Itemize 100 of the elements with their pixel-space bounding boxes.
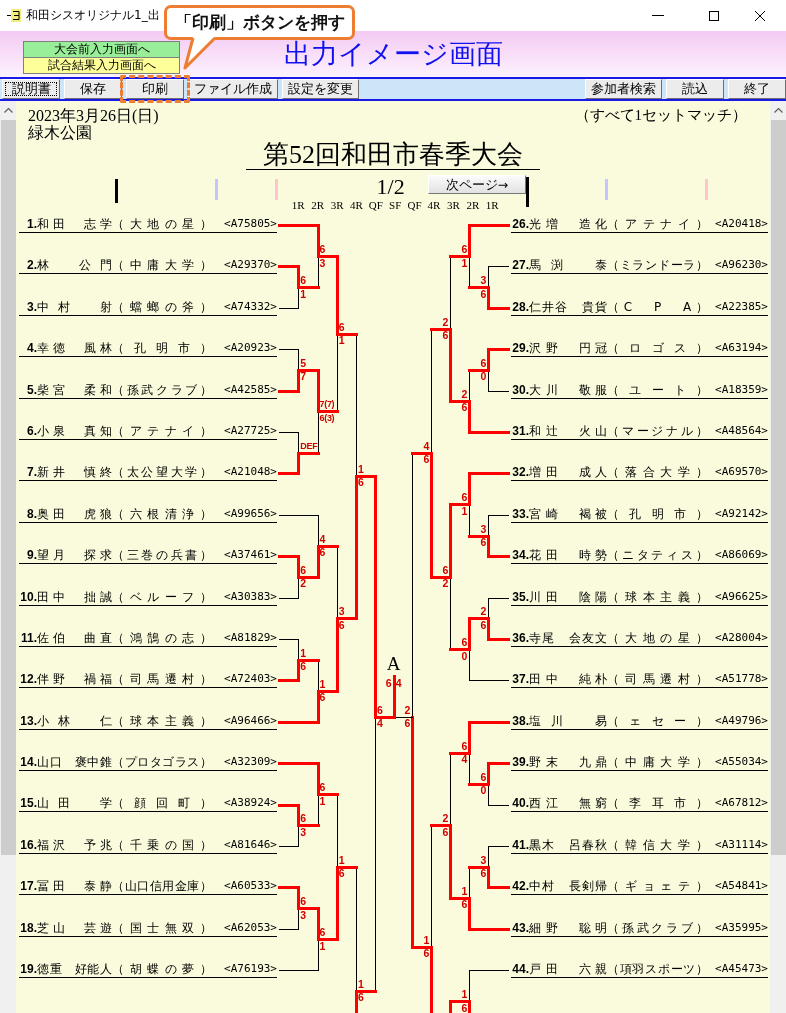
match-score: 1 (300, 648, 307, 658)
player-entry: 36.寺尾 会友文（大地の星） <A28004> (511, 629, 768, 647)
toolbar-button[interactable]: 参加者検索 (585, 79, 662, 99)
match-score: 7 (300, 372, 307, 382)
guide-mark-icon (605, 179, 608, 200)
toolbar-button[interactable]: 説明書 (2, 79, 60, 99)
match-score: 1 (319, 796, 326, 806)
match-score: 6 (338, 869, 345, 879)
player-entry: 15.山田 学（顔回町） <A38924> (19, 795, 277, 813)
next-page-button[interactable]: 次ページ→ (428, 175, 526, 194)
toolbar-button[interactable]: 終了 (728, 79, 786, 99)
match-score: 6 (480, 869, 487, 879)
match-score: 6 (480, 772, 487, 782)
match-score: 6 (442, 331, 449, 340)
scrollbar-thumb[interactable] (0, 120, 16, 855)
match-score: 6 (319, 783, 326, 793)
match-score: 6 (461, 493, 468, 503)
guide-mark-icon (115, 179, 118, 203)
scrollbar-thumb[interactable] (770, 120, 786, 855)
match-score: 6 (357, 478, 364, 488)
match-score: 1 (319, 941, 326, 951)
final-score: 4 (395, 678, 402, 688)
player-entry: 42.中村 長剣帰（ギョェテ） <A54841> (511, 878, 768, 896)
round-label: 1R (484, 199, 500, 211)
round-label: 3R (446, 199, 461, 211)
close-icon[interactable] (755, 10, 765, 21)
player-entry: 40.西江 無窮（李耳市） <A67812> (511, 795, 768, 813)
match-score: 6 (300, 276, 307, 286)
scroll-up-icon[interactable] (773, 108, 783, 113)
guide-mark-icon (705, 179, 708, 200)
match-score: 3 (338, 607, 345, 617)
player-entry: 10.田中 拙誠（ベルーフ） <A30383> (19, 588, 277, 606)
match-score: 6 (338, 322, 345, 332)
round-label: 3R (329, 199, 345, 211)
match-score: 6 (377, 705, 383, 715)
player-entry: 4.幸徳 風林（孔明市） <A20923> (19, 340, 277, 358)
guide-mark-icon (275, 179, 278, 200)
player-entry: 5.柴宮 柔和（孫武クラブ） <A42585> (19, 381, 277, 399)
match-score: 6 (300, 565, 307, 575)
final-score: 6 (385, 678, 392, 688)
match-score: 6 (480, 620, 487, 630)
match-score: 6 (461, 1003, 468, 1013)
match-score: 1 (461, 886, 468, 896)
event-date: 2023年3月26日(日) (28, 107, 159, 124)
match-score: 0 (480, 372, 487, 382)
player-entry: 13.小林 仁（球本主義） <A96466> (19, 712, 277, 730)
match-score: 6 (442, 827, 449, 837)
match-score: 2 (480, 607, 487, 617)
round-label: 4R (426, 199, 442, 211)
match-score: 3 (480, 855, 487, 865)
match-score: 4 (319, 534, 326, 544)
match-score: 1 (357, 979, 364, 989)
match-score: 3 (480, 276, 487, 286)
match-score: 6 (300, 814, 307, 824)
toolbar-button[interactable]: ファイル作成 (188, 79, 278, 99)
player-entry: 32.増田 成人（落合大学） <A69570> (511, 464, 768, 482)
player-entry: 44.戸田 六親（項羽スポーツ） <A45473> (511, 961, 768, 979)
match-score: 4 (423, 441, 430, 451)
player-entry: 41.黒木 呂春秋（韓信大学） <A31114> (511, 836, 768, 854)
toolbar-button[interactable]: 読込 (666, 79, 724, 99)
champion-line (393, 675, 396, 719)
match-score: 6 (442, 565, 449, 575)
guide-mark-icon (215, 179, 218, 200)
match-score: 6 (319, 928, 326, 938)
match-score: 2 (404, 705, 411, 715)
match-score: 1 (423, 935, 430, 945)
match-score: 6 (480, 538, 487, 547)
player-entry: 2.林 公門（中庸大学） <A29370> (19, 257, 277, 275)
match-score: 6 (357, 993, 364, 1003)
match-score: 1 (461, 506, 468, 516)
player-entry: 16.福沢 予兆（千乗の国） <A81646> (19, 836, 277, 854)
round-label: 2R (465, 199, 481, 211)
player-entry: 18.芝山 芸遊（国士無双） <A62053> (19, 919, 277, 937)
match-score: 6 (461, 900, 468, 910)
maximize-icon[interactable] (709, 10, 719, 21)
toolbar-button[interactable]: 設定を変更 (282, 79, 359, 99)
scroll-up-icon[interactable] (3, 108, 13, 113)
match-score: 1 (338, 855, 345, 865)
player-entry: 19.徳重 好能人（胡蝶の夢） <A76193> (19, 961, 277, 979)
round-label: QF (406, 199, 423, 211)
player-entry: 3.中村 射（蟷螂の斧） <A74332> (19, 298, 277, 316)
match-score: 3 (319, 258, 326, 268)
match-score: 1 (338, 336, 345, 346)
window-title: 和田シスオリジナル1_出 (26, 8, 160, 23)
toolbar-button[interactable]: 印刷 (126, 79, 184, 99)
player-entry: 26.光増 造化（アテナイ） <A20418> (511, 216, 768, 233)
toolbar-button[interactable]: 保存 (64, 79, 122, 99)
event-venue: 緑木公園 (28, 124, 93, 141)
round-label: SF (388, 199, 403, 211)
round-label: 4R (349, 199, 364, 211)
match-score: 7(7) (319, 400, 335, 410)
match-score: 6 (319, 245, 326, 255)
nav-button[interactable]: 試合結果入力画面へ (23, 58, 180, 74)
match-score: 6 (319, 693, 326, 703)
match-score: 1 (300, 289, 307, 299)
match-score: 2 (442, 317, 449, 327)
match-score: 6 (461, 741, 468, 751)
nav-button[interactable]: 大会前入力画面へ (23, 41, 180, 58)
player-entry: 27.馬渕 泰（ミランドーラ） <A96230> (511, 257, 768, 275)
match-score: 6 (423, 949, 430, 959)
